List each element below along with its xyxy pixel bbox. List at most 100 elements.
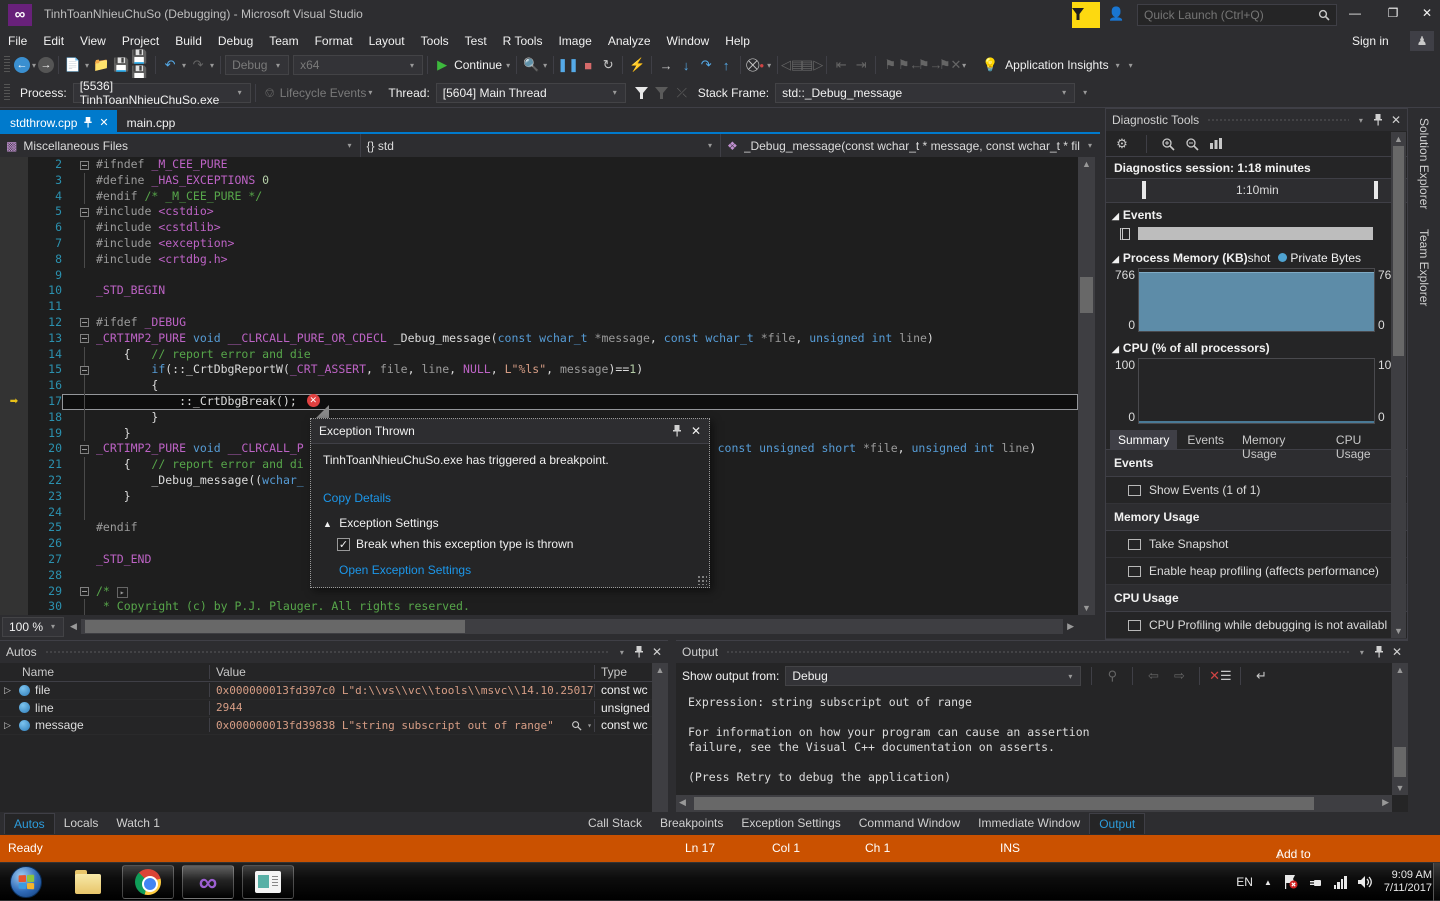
continue-icon[interactable]: ▶ bbox=[432, 55, 452, 75]
breakpoint-margin[interactable] bbox=[0, 426, 28, 442]
restart-icon[interactable]: ↻ bbox=[598, 55, 618, 75]
autos-row-line[interactable]: line2944unsigned bbox=[0, 700, 652, 718]
fold-margin[interactable] bbox=[62, 473, 96, 489]
menu-build[interactable]: Build bbox=[167, 32, 210, 50]
breakpoint-margin[interactable] bbox=[0, 552, 28, 568]
summary-item[interactable]: CPU Profiling while debugging is not ava… bbox=[1106, 612, 1407, 639]
breakpoint-margin[interactable] bbox=[0, 473, 28, 489]
decrease-indent-icon[interactable]: ⇤ bbox=[831, 55, 851, 75]
undo-dropdown-icon[interactable]: ▾ bbox=[182, 61, 186, 70]
breakpoint-margin[interactable] bbox=[0, 283, 28, 299]
word-wrap-icon[interactable]: ↵ bbox=[1251, 666, 1271, 686]
fold-margin[interactable] bbox=[62, 410, 96, 426]
step-out-icon[interactable]: ↑ bbox=[716, 55, 736, 75]
scrollbar-thumb[interactable] bbox=[1080, 277, 1093, 313]
fold-margin[interactable] bbox=[62, 220, 96, 236]
breakpoint-margin[interactable] bbox=[0, 489, 28, 505]
show-desktop-button[interactable] bbox=[1433, 863, 1440, 901]
zoom-combo[interactable]: 100 %▾ bbox=[2, 617, 64, 637]
code-line-9[interactable]: 9 bbox=[0, 268, 1078, 284]
thread-filter-disabled-icon[interactable] bbox=[652, 83, 672, 103]
menu-file[interactable]: File bbox=[0, 32, 35, 50]
bottom-tab-breakpoints[interactable]: Breakpoints bbox=[651, 813, 732, 834]
navigate-forward-icon[interactable]: → bbox=[38, 57, 54, 73]
quick-launch-input[interactable] bbox=[1144, 8, 1318, 22]
fold-margin[interactable] bbox=[62, 441, 96, 457]
save-icon[interactable]: 💾 bbox=[111, 55, 131, 75]
step-over-icon[interactable]: ↷ bbox=[696, 55, 716, 75]
fold-margin[interactable] bbox=[62, 394, 96, 410]
break-checkbox-row[interactable]: ✓ Break when this exception type is thro… bbox=[337, 537, 697, 551]
output-titlebar[interactable]: Output ▾ ✕ bbox=[676, 641, 1408, 663]
visualizer-dropdown-icon[interactable]: ▾ bbox=[587, 721, 592, 730]
breadcrumb-type[interactable]: {} std▾ bbox=[361, 134, 722, 157]
navigate-back-dropdown-icon[interactable]: ▾ bbox=[32, 61, 36, 70]
bottom-tab-immediate-window[interactable]: Immediate Window bbox=[969, 813, 1089, 834]
side-tab-team-explorer[interactable]: Team Explorer bbox=[1408, 219, 1440, 316]
window-position-dropdown-icon[interactable]: ▾ bbox=[620, 648, 624, 657]
pin-icon[interactable] bbox=[673, 425, 681, 437]
code-line-10[interactable]: 10_STD_BEGIN bbox=[0, 283, 1078, 299]
previous-message-icon[interactable]: ⇦ bbox=[1143, 666, 1163, 686]
fold-collapse-icon[interactable] bbox=[80, 334, 89, 343]
breakpoint-margin[interactable] bbox=[0, 568, 28, 584]
autos-grid-header[interactable]: Name Value Type bbox=[0, 663, 652, 682]
popup-resize-grip[interactable] bbox=[697, 575, 707, 585]
fold-margin[interactable] bbox=[62, 315, 96, 331]
filter-badge-icon[interactable] bbox=[1072, 2, 1100, 28]
app-insights-dropdown-icon[interactable]: ▾ bbox=[1116, 61, 1120, 70]
bottom-tab-locals[interactable]: Locals bbox=[55, 813, 108, 834]
breakpoint-margin[interactable] bbox=[0, 520, 28, 536]
magnifier-icon[interactable] bbox=[571, 720, 582, 731]
navigate-back-icon[interactable]: ← bbox=[14, 57, 30, 73]
restore-button[interactable]: ❐ bbox=[1378, 0, 1408, 26]
fold-margin[interactable] bbox=[62, 552, 96, 568]
bottom-tab-command-window[interactable]: Command Window bbox=[850, 813, 969, 834]
breakpoint-margin[interactable] bbox=[0, 584, 28, 600]
hscroll-left-arrow[interactable]: ◀ bbox=[70, 621, 77, 632]
feedback-icon[interactable]: 👤 bbox=[1108, 6, 1130, 24]
breakpoint-margin[interactable] bbox=[0, 536, 28, 552]
breakpoint-margin[interactable] bbox=[0, 173, 28, 189]
code-line-4[interactable]: 4#endif /* _M_CEE_PURE */ bbox=[0, 189, 1078, 205]
navigate-forward-code-icon[interactable]: ▤▷ bbox=[802, 55, 822, 75]
breakpoint-margin[interactable] bbox=[0, 252, 28, 268]
fold-margin[interactable] bbox=[62, 362, 96, 378]
debugbar-grip[interactable] bbox=[4, 84, 10, 102]
window-position-dropdown-icon[interactable]: ▾ bbox=[1359, 116, 1363, 125]
summary-item[interactable]: Take Snapshot bbox=[1106, 531, 1407, 558]
fold-margin[interactable] bbox=[62, 157, 96, 173]
menu-window[interactable]: Window bbox=[659, 32, 718, 50]
lifecycle-dropdown-icon[interactable]: ▾ bbox=[368, 88, 372, 97]
breadcrumb-project[interactable]: ▩ Miscellaneous Files▾ bbox=[0, 134, 361, 157]
fold-margin[interactable] bbox=[62, 426, 96, 442]
next-message-icon[interactable]: ⇨ bbox=[1169, 666, 1189, 686]
diag-tab-memory-usage[interactable]: Memory Usage bbox=[1234, 430, 1326, 449]
toolbar-overflow-icon[interactable]: ▾ bbox=[962, 61, 966, 70]
platform-combo[interactable]: x64▾ bbox=[293, 55, 423, 75]
menu-edit[interactable]: Edit bbox=[35, 32, 72, 50]
close-icon[interactable]: ✕ bbox=[1391, 113, 1401, 127]
copy-details-link[interactable]: Copy Details bbox=[323, 491, 697, 505]
breakpoint-margin[interactable] bbox=[0, 378, 28, 394]
next-bookmark-icon[interactable]: ⚑→ bbox=[920, 55, 940, 75]
bottom-tab-autos[interactable]: Autos bbox=[4, 813, 55, 834]
taskbar-app-button[interactable] bbox=[242, 865, 294, 899]
process-memory-chart[interactable] bbox=[1138, 268, 1375, 332]
fold-margin[interactable] bbox=[62, 299, 96, 315]
debugbar-overflow-icon[interactable]: ▾ bbox=[1083, 88, 1087, 97]
fold-margin[interactable] bbox=[62, 189, 96, 205]
code-line-30[interactable]: 30 * Copyright (c) by P.J. Plauger. All … bbox=[0, 599, 1078, 615]
code-line-12[interactable]: 12#ifdef _DEBUG bbox=[0, 315, 1078, 331]
menu-image[interactable]: Image bbox=[550, 32, 599, 50]
continue-dropdown-icon[interactable]: ▾ bbox=[506, 61, 510, 70]
exception-settings-header[interactable]: ▲ Exception Settings bbox=[323, 516, 697, 530]
hscroll-right-arrow[interactable]: ▶ bbox=[1067, 621, 1074, 632]
autos-titlebar[interactable]: Autos ▾ ✕ bbox=[0, 641, 668, 663]
fold-margin[interactable] bbox=[62, 331, 96, 347]
events-section-header[interactable]: ◢Events bbox=[1106, 203, 1407, 225]
breakpoint-margin[interactable] bbox=[0, 457, 28, 473]
fold-margin[interactable] bbox=[62, 252, 96, 268]
side-tab-solution-explorer[interactable]: Solution Explorer bbox=[1408, 108, 1440, 219]
fold-collapse-icon[interactable] bbox=[80, 318, 89, 327]
